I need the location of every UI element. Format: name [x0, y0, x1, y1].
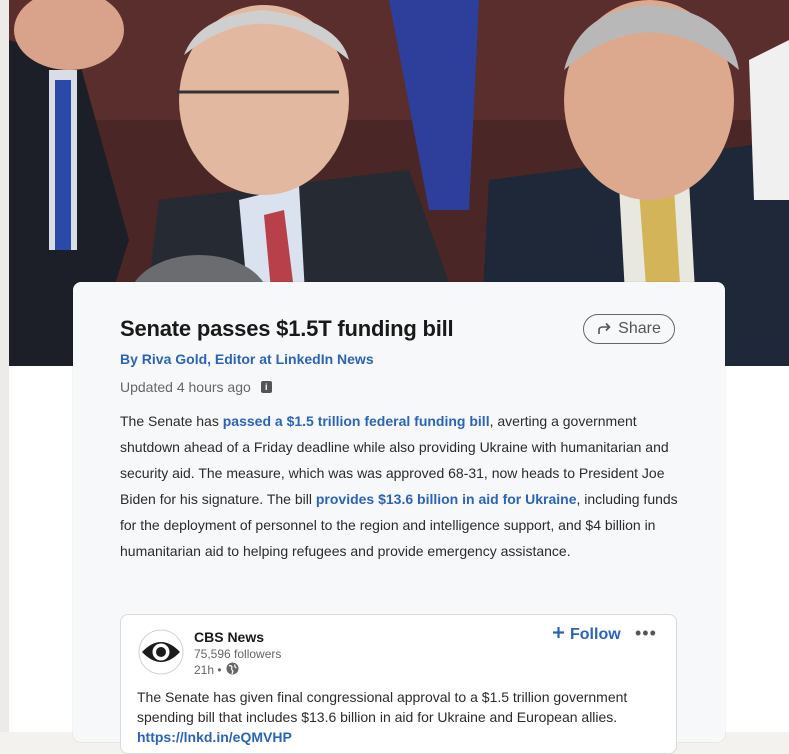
post-time: 21h • [194, 662, 239, 678]
article-body: The Senate has passed a $1.5 trillion fe… [120, 408, 680, 564]
cbs-eye-logo[interactable] [138, 629, 184, 675]
share-arrow-icon [597, 322, 613, 336]
share-label: Share [618, 320, 661, 337]
follow-button[interactable]: Follow [552, 626, 621, 644]
body-text-1: The Senate has [120, 413, 223, 429]
embedded-post-body: The Senate has given final congressional… [137, 689, 628, 725]
ukraine-aid-link[interactable]: provides $13.6 billion in aid for Ukrain… [316, 491, 577, 507]
more-options-button[interactable]: ••• [635, 623, 657, 644]
page-left-rule [0, 0, 9, 732]
embedded-post-text: The Senate has given final congressional… [137, 687, 662, 747]
follower-count: 75,596 followers [194, 647, 282, 661]
embedded-post[interactable]: CBS News 75,596 followers 21h • Follow •… [120, 614, 677, 754]
article-byline[interactable]: By Riva Gold, Editor at LinkedIn News [120, 351, 374, 367]
share-button[interactable]: Share [583, 314, 675, 344]
article-title: Senate passes $1.5T funding bill [120, 316, 454, 341]
plus-icon [552, 626, 565, 644]
article-card: Senate passes $1.5T funding bill Share B… [73, 282, 725, 754]
updated-row: Updated 4 hours ago i [120, 379, 272, 395]
embedded-post-link[interactable]: https://lnkd.in/eQMVHP [137, 729, 292, 745]
org-name[interactable]: CBS News [194, 629, 264, 645]
updated-text: Updated 4 hours ago [120, 379, 251, 395]
post-time-text: 21h • [194, 663, 222, 677]
info-icon[interactable]: i [260, 381, 272, 393]
funding-bill-link[interactable]: passed a $1.5 trillion federal funding b… [223, 413, 490, 429]
globe-icon [226, 662, 239, 678]
follow-label: Follow [570, 626, 621, 643]
